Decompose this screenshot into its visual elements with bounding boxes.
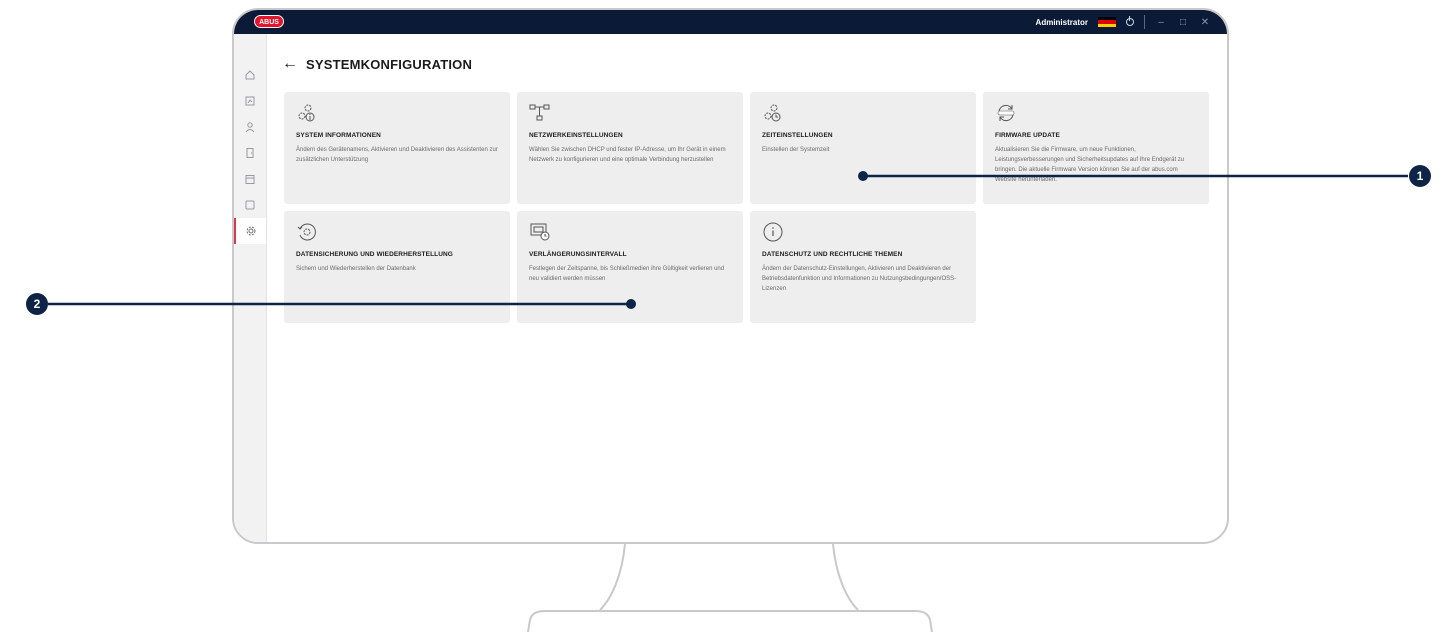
tile-description: Wählen Sie zwischen DHCP und fester IP-A… [529,147,726,163]
maximize-icon[interactable]: □ [1177,17,1189,28]
tile-datensicherung[interactable]: DATENSICHERUNG UND WIEDERHERSTELLUNG Sic… [284,211,510,323]
door-icon[interactable] [234,140,266,166]
settings-icon[interactable] [234,218,266,244]
sidebar [234,34,267,542]
tile-title: ZEITEINSTELLUNGEN [762,132,833,139]
callout-marker-1: 1 [1409,165,1431,187]
tile-verlaengerungsintervall[interactable]: VERLÄNGERUNGSINTERVALL Festlegen der Zei… [517,211,743,323]
tile-description: Ändern der Datenschutz-Einstellungen, Ak… [762,266,957,292]
tile-title: FIRMWARE UPDATE [995,132,1060,139]
main-content: ← SYSTEMKONFIGURATION SYSTEM INFORMATION… [266,34,1227,542]
monitor-screen: ABUS Administrator – □ ✕ ← SYSTEMKONFIGU… [232,8,1229,544]
tile-description: Einstellen der Systemzeit [762,147,830,153]
tile-description: Sichern und Wiederherstellen der Datenba… [296,266,416,272]
gears-clock-icon [762,102,784,124]
tile-firmware-update[interactable]: FIRMWARE UPDATE Aktualisieren Sie die Fi… [983,92,1209,204]
back-arrow-icon[interactable]: ← [282,56,298,72]
language-flag-icon[interactable] [1098,17,1116,27]
user-icon[interactable] [234,114,266,140]
top-bar: ABUS Administrator – □ ✕ [234,10,1227,34]
close-icon[interactable]: ✕ [1199,17,1211,28]
gears-info-icon [296,102,318,124]
tile-title: VERLÄNGERUNGSINTERVALL [529,251,627,258]
backup-restore-icon [296,221,318,243]
tile-title: NETZWERKEINSTELLUNGEN [529,132,623,139]
tile-zeiteinstellungen[interactable]: ZEITEINSTELLUNGEN Einstellen der Systemz… [750,92,976,204]
tile-netzwerkeinstellungen[interactable]: NETZWERKEINSTELLUNGEN Wählen Sie zwische… [517,92,743,204]
tile-description: Festlegen der Zeitspanne, bis Schließmed… [529,266,725,282]
monitor-clock-icon [529,221,551,243]
tile-title: SYSTEM INFORMATIONEN [296,132,381,139]
divider [1144,15,1145,29]
home-icon[interactable] [234,62,266,88]
user-name[interactable]: Administrator [1036,18,1088,27]
page-title: SYSTEMKONFIGURATION [306,56,473,72]
dashboard-icon[interactable] [234,88,266,114]
power-icon[interactable] [1126,16,1134,26]
tile-system-informationen[interactable]: SYSTEM INFORMATIONEN Ändern des Gerätena… [284,92,510,204]
minimize-icon[interactable]: – [1155,17,1167,28]
tile-datenschutz[interactable]: DATENSCHUTZ UND RECHTLICHE THEMEN Ändern… [750,211,976,323]
network-icon [529,102,551,124]
abus-logo: ABUS [254,15,284,28]
tile-description: Aktualisieren Sie die Firmware, um neue … [995,147,1185,183]
update-icon [995,102,1017,124]
tile-title: DATENSCHUTZ UND RECHTLICHE THEMEN [762,251,903,258]
tile-description: Ändern des Gerätenamens, Aktivieren und … [296,147,498,163]
callout-marker-2: 2 [26,293,48,315]
report-icon[interactable] [234,192,266,218]
info-icon [762,221,784,243]
tile-title: DATENSICHERUNG UND WIEDERHERSTELLUNG [296,251,453,258]
calendar-icon[interactable] [234,166,266,192]
